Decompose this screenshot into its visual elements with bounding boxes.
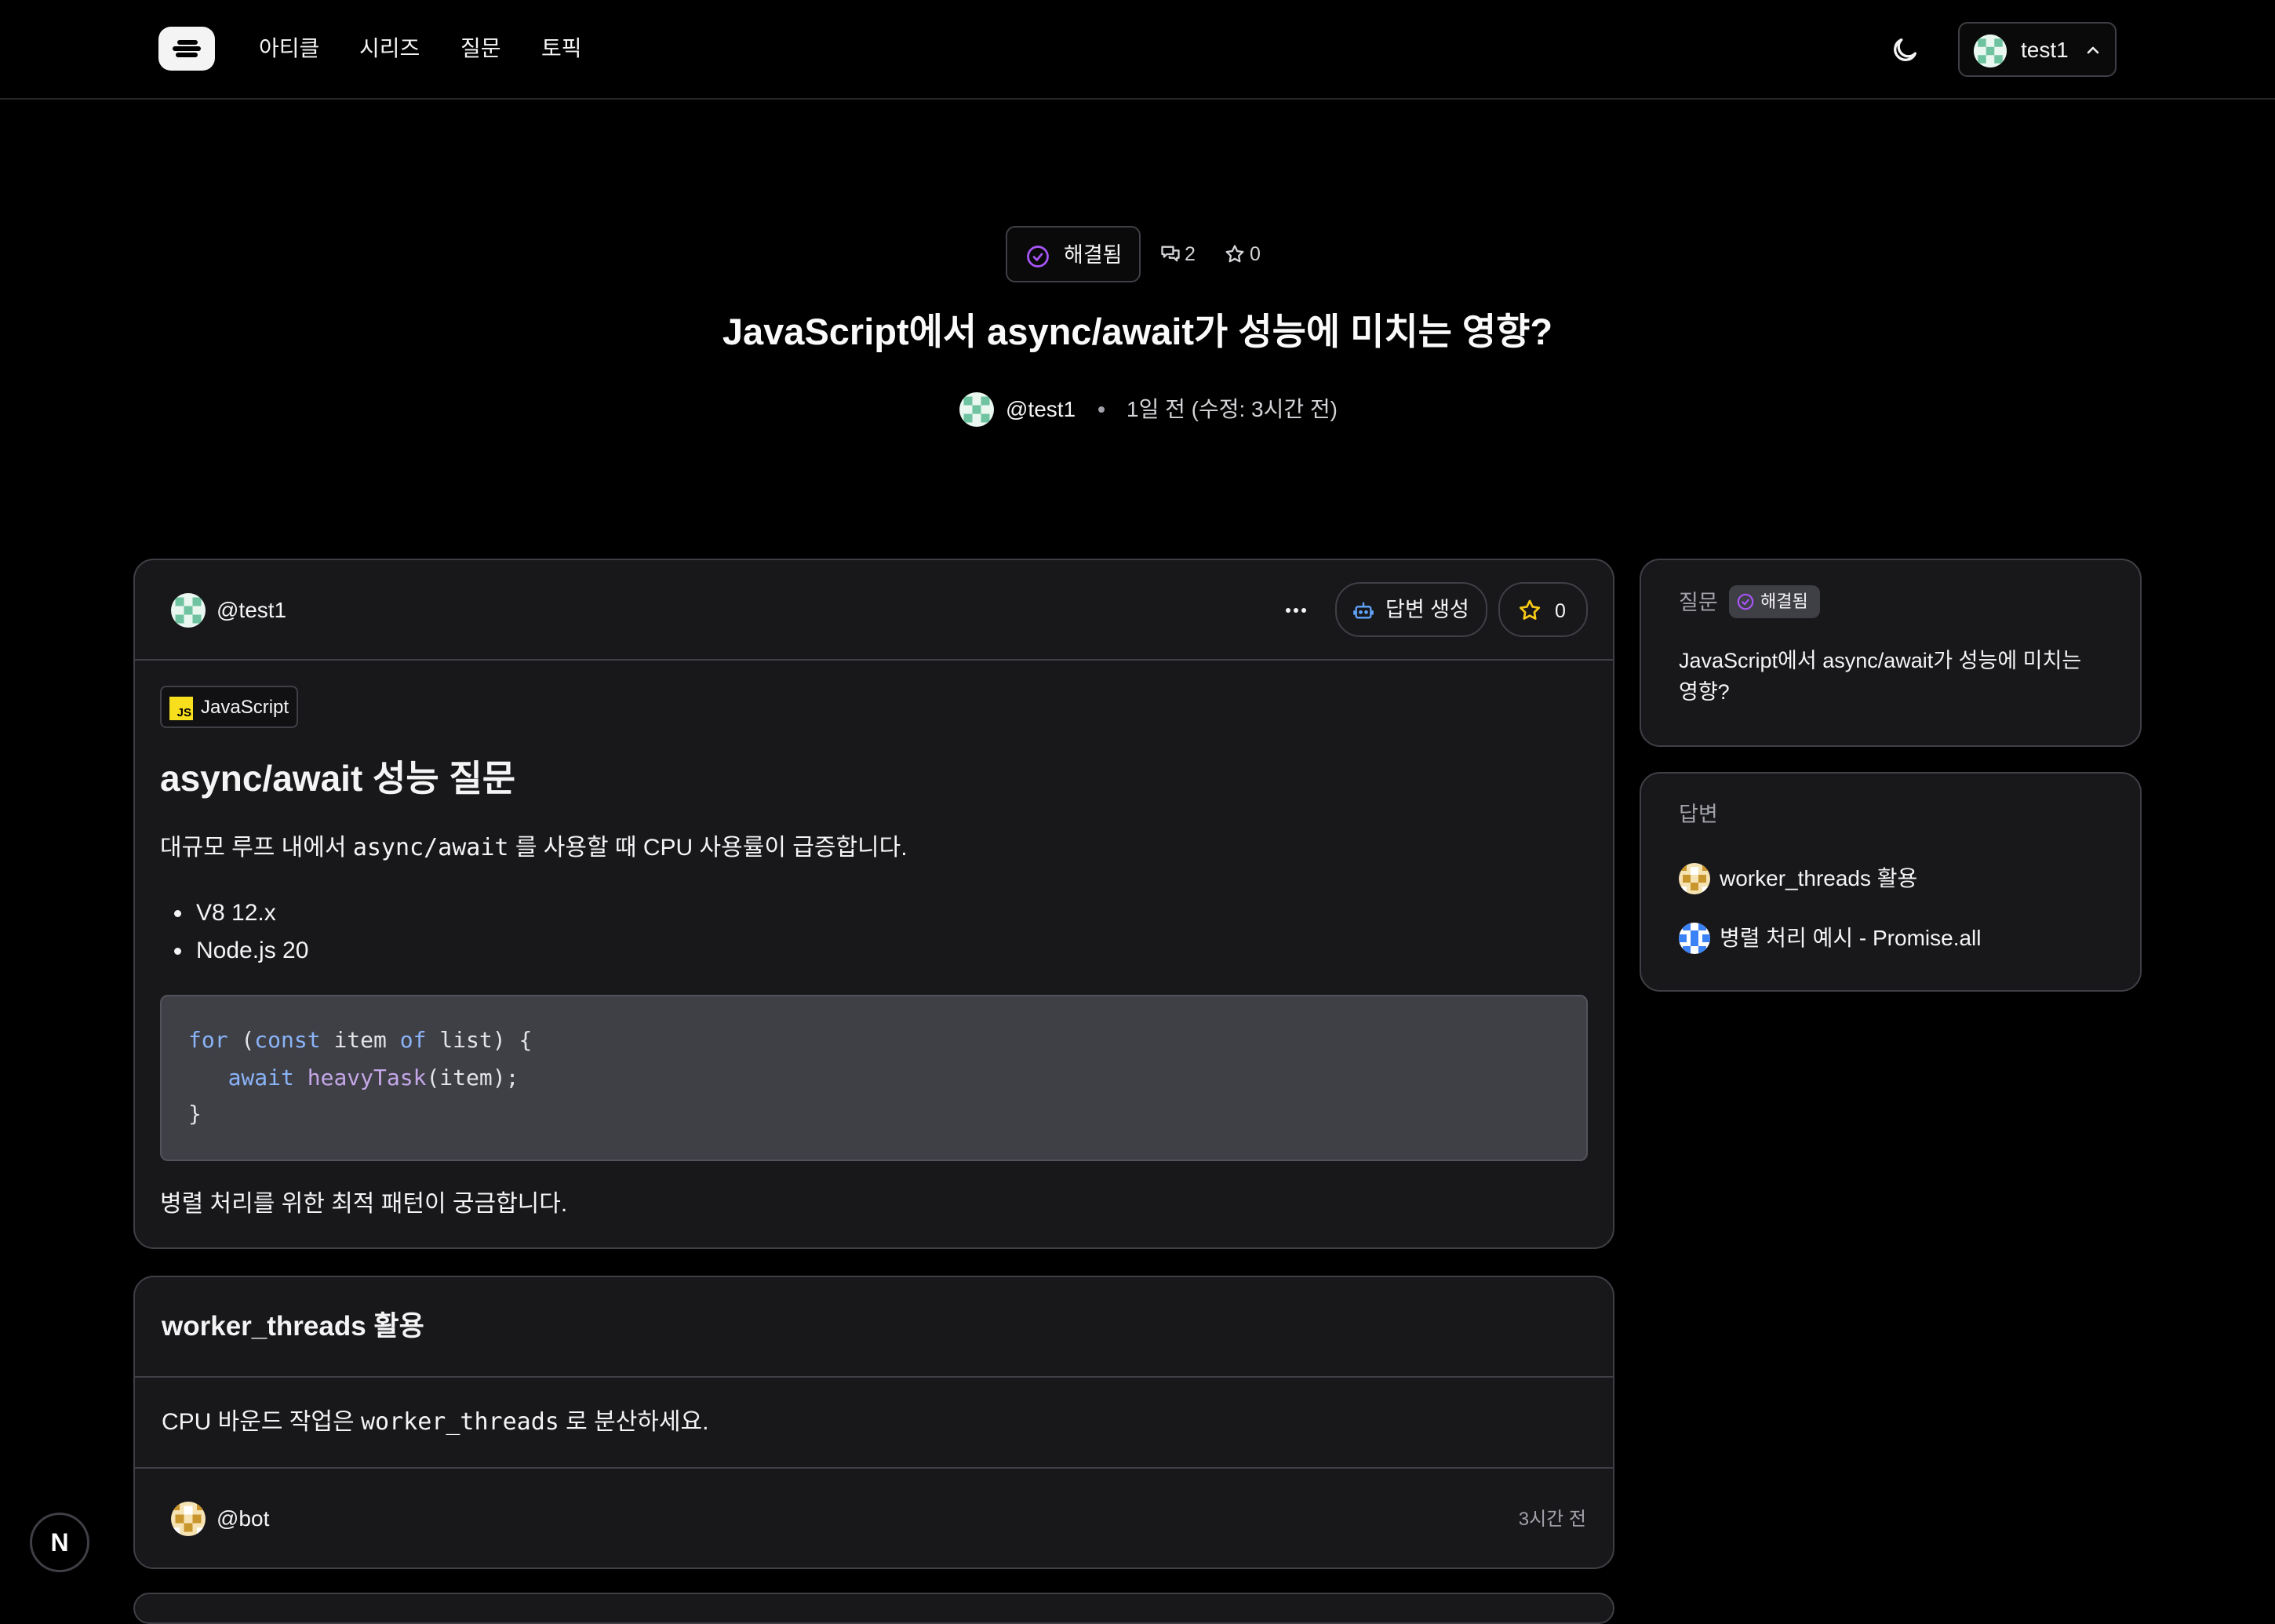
- status-badge: 해결됨: [1006, 226, 1141, 282]
- answer-body-text-end: 로 분산하세요.: [559, 1409, 709, 1435]
- author-avatar[interactable]: [959, 392, 994, 427]
- more-options-button[interactable]: [1280, 601, 1312, 620]
- post-heading: async/await 성능 질문: [160, 758, 516, 799]
- answer-author-handle[interactable]: @bot: [217, 1503, 269, 1535]
- status-label: 해결됨: [1064, 243, 1123, 267]
- card-divider: [135, 659, 1613, 661]
- list-item: V8 12.x: [196, 900, 276, 926]
- nextjs-logo-icon: N: [50, 1528, 69, 1557]
- star-count: 0: [1250, 243, 1261, 265]
- sidebar-answers-card: 답변 worker_threads 활용 병렬 처리 예시 - Promise.…: [1640, 772, 2142, 992]
- card-divider: [135, 1376, 1613, 1378]
- sidebar-answers-label: 답변: [1679, 803, 1718, 826]
- list-item: Node.js 20: [196, 938, 309, 963]
- sidebar-status-badge: 해결됨: [1729, 585, 1820, 618]
- answer-body-text: CPU 바운드 작업은: [162, 1409, 361, 1435]
- meta-separator: [1098, 406, 1105, 413]
- sidebar-question-card: 질문 JavaScript에서 async/await가 성능에 미치는 영향?: [1640, 559, 2142, 747]
- nav-link-topics[interactable]: 토픽: [541, 33, 582, 64]
- card-divider: [135, 1467, 1613, 1469]
- answer-card: worker_threads 활용 CPU 바운드 작업은 worker_thr…: [133, 1276, 1614, 1569]
- answer-body: CPU 바운드 작업은 worker_threads 로 분산하세요.: [162, 1406, 708, 1439]
- post-intro-text-end: 를 사용할 때 CPU 사용률이 급증합니다.: [508, 835, 908, 861]
- sidebar-question-title-line1[interactable]: JavaScript에서 async/await가 성능에 미치는: [1679, 645, 2081, 676]
- bot-icon: [1353, 602, 1374, 619]
- post-author-handle[interactable]: @test1: [217, 595, 286, 626]
- next-answer-card: [133, 1593, 1614, 1624]
- top-navbar: 아티클 시리즈 질문 토픽 test1: [0, 0, 2275, 100]
- generate-answer-label: 답변 생성: [1385, 598, 1469, 621]
- sidebar-status-label: 해결됨: [1760, 592, 1808, 611]
- dev-tools-button[interactable]: N: [30, 1513, 89, 1572]
- answer-avatar: [1679, 923, 1710, 954]
- sidebar-answer-item[interactable]: 병렬 처리 예시 - Promise.all: [1720, 923, 1982, 954]
- code-block: for (const item of list) { await heavyTa…: [160, 995, 1588, 1161]
- check-circle-icon: [1027, 246, 1049, 268]
- comment-count: 2: [1185, 243, 1196, 265]
- inline-code: worker_threads: [360, 1408, 559, 1436]
- moon-icon: [1894, 38, 1916, 61]
- nav-link-articles[interactable]: 아티클: [259, 33, 319, 64]
- star-button-count: 0: [1555, 600, 1566, 622]
- bullet-marker: [174, 910, 181, 917]
- answer-title: worker_threads 활용: [162, 1311, 424, 1342]
- theme-toggle-button[interactable]: [1889, 35, 1920, 66]
- check-circle-icon: [1737, 593, 1754, 610]
- code-line-1: for (const item of list) {: [188, 1027, 533, 1053]
- code-line-2: await heavyTask(item);: [228, 1065, 519, 1091]
- bullet-marker: [174, 948, 181, 955]
- answer-avatar: [1679, 863, 1710, 894]
- sidebar-answer-item[interactable]: worker_threads 활용: [1720, 863, 1917, 894]
- star-icon: [1225, 245, 1244, 263]
- generate-answer-button[interactable]: 답변 생성: [1335, 582, 1487, 637]
- star-button[interactable]: 0: [1498, 582, 1588, 637]
- nav-link-questions[interactable]: 질문: [460, 33, 501, 64]
- sidebar-question-label: 질문: [1679, 591, 1718, 614]
- post-closing: 병렬 처리를 위한 최적 패턴이 궁금합니다.: [160, 1191, 568, 1217]
- post-intro-text: 대규모 루프 내에서: [160, 835, 353, 861]
- chevron-up-icon: [2087, 46, 2099, 54]
- user-name: test1: [2021, 38, 2069, 62]
- more-horizontal-icon: [1286, 608, 1306, 613]
- bot-avatar[interactable]: [171, 1502, 206, 1536]
- topic-tag[interactable]: JS JavaScript: [160, 686, 298, 728]
- topic-tag-label: JavaScript: [201, 697, 289, 718]
- comments-icon: [1161, 246, 1180, 262]
- user-avatar: [1974, 35, 2007, 67]
- javascript-icon: JS: [169, 697, 193, 720]
- inline-code: async/await: [352, 834, 509, 861]
- user-menu-button[interactable]: test1: [1958, 22, 2117, 77]
- answer-time: 3시간 전: [1518, 1509, 1586, 1530]
- sidebar-question-title-line2[interactable]: 영향?: [1679, 676, 1730, 708]
- post-time: 1일 전 (수정: 3시간 전): [1127, 397, 1338, 421]
- star-icon: [1519, 599, 1541, 620]
- post-author-avatar[interactable]: [171, 593, 206, 628]
- nav-link-series[interactable]: 시리즈: [359, 33, 420, 64]
- site-logo-icon[interactable]: [158, 27, 215, 71]
- author-handle[interactable]: @test1: [1006, 394, 1076, 425]
- post-intro: 대규모 루프 내에서 async/await 를 사용할 때 CPU 사용률이 …: [160, 832, 908, 865]
- code-line-3: }: [188, 1101, 202, 1127]
- page-title: JavaScript에서 async/await가 성능에 미치는 영향?: [722, 311, 1553, 352]
